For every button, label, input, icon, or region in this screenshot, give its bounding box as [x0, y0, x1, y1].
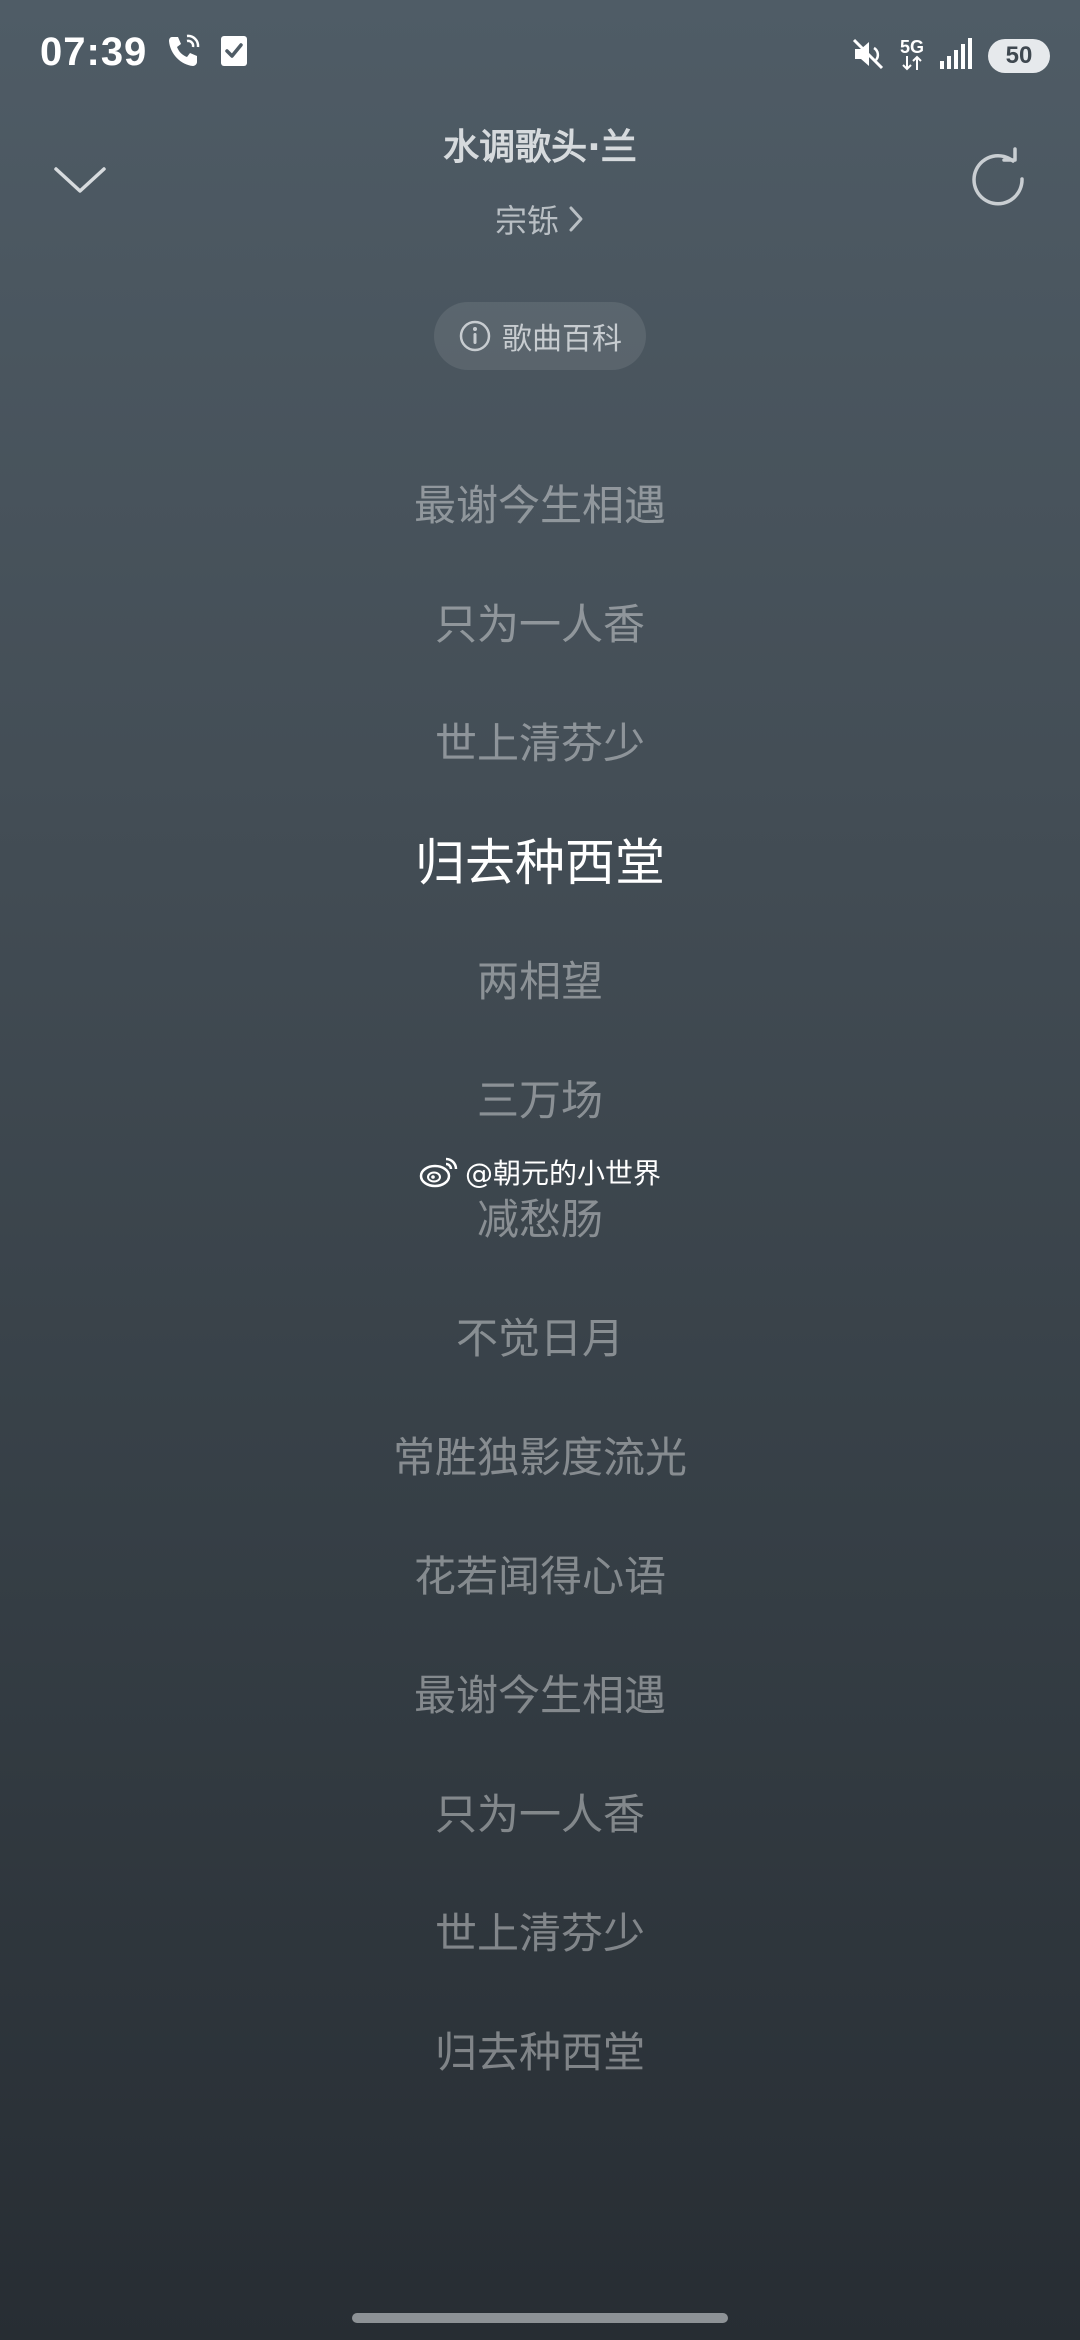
lyric-line[interactable]: 世上清芬少 — [0, 714, 1080, 833]
watermark-text: @朝元的小世界 — [464, 1157, 661, 1190]
lyric-line[interactable]: 花若闻得心语 — [0, 1547, 1080, 1666]
lyric-line[interactable]: 只为一人香 — [0, 1785, 1080, 1904]
status-right: 5G 50 — [850, 36, 1050, 76]
lyric-line[interactable]: 归去种西堂 — [0, 2023, 1080, 2142]
refresh-button[interactable] — [966, 145, 1030, 209]
weibo-icon — [419, 1157, 458, 1188]
lyric-line[interactable]: 减愁肠 — [0, 1190, 1080, 1309]
lyric-line[interactable]: 最谢今生相遇 — [0, 1666, 1080, 1785]
checkbox-notification-icon — [219, 34, 249, 72]
artist-name: 宗铄 — [494, 202, 559, 240]
lyric-line[interactable]: 两相望 — [0, 952, 1080, 1071]
lyric-line[interactable]: 世上清芬少 — [0, 1904, 1080, 2023]
status-bar: 07:39 5G 50 — [0, 0, 1080, 120]
home-indicator[interactable] — [352, 2313, 728, 2323]
song-title: 水调歌头·兰 — [443, 127, 637, 168]
lyric-line[interactable]: 最谢今生相遇 — [0, 476, 1080, 595]
status-left: 07:39 — [40, 30, 249, 75]
network-type: 5G — [900, 38, 924, 73]
info-icon — [459, 320, 491, 352]
artist-link[interactable]: 宗铄 — [0, 196, 1080, 242]
chevron-right-icon — [569, 206, 583, 232]
signal-bars-icon — [938, 37, 974, 75]
current-lyric-line[interactable]: 归去种西堂 — [0, 833, 1080, 952]
status-time: 07:39 — [40, 30, 148, 74]
refresh-icon — [972, 147, 1024, 206]
lyric-line[interactable]: 常胜独影度流光 — [0, 1428, 1080, 1547]
song-wiki-label: 歌曲百科 — [502, 322, 622, 357]
battery-indicator: 50 — [988, 39, 1050, 73]
lyric-line[interactable]: 只为一人香 — [0, 595, 1080, 714]
lyrics-list[interactable]: 最谢今生相遇 只为一人香 世上清芬少 归去种西堂 两相望 三万场 减愁肠 不觉日月 常胜独影度流… — [0, 476, 1080, 2142]
watermark: @朝元的小世界 — [0, 1152, 1080, 1192]
phone-wifi-icon — [163, 31, 203, 75]
mute-icon — [850, 36, 886, 76]
song-wiki-button[interactable]: 歌曲百科 — [434, 302, 646, 370]
lyric-line[interactable]: 不觉日月 — [0, 1309, 1080, 1428]
